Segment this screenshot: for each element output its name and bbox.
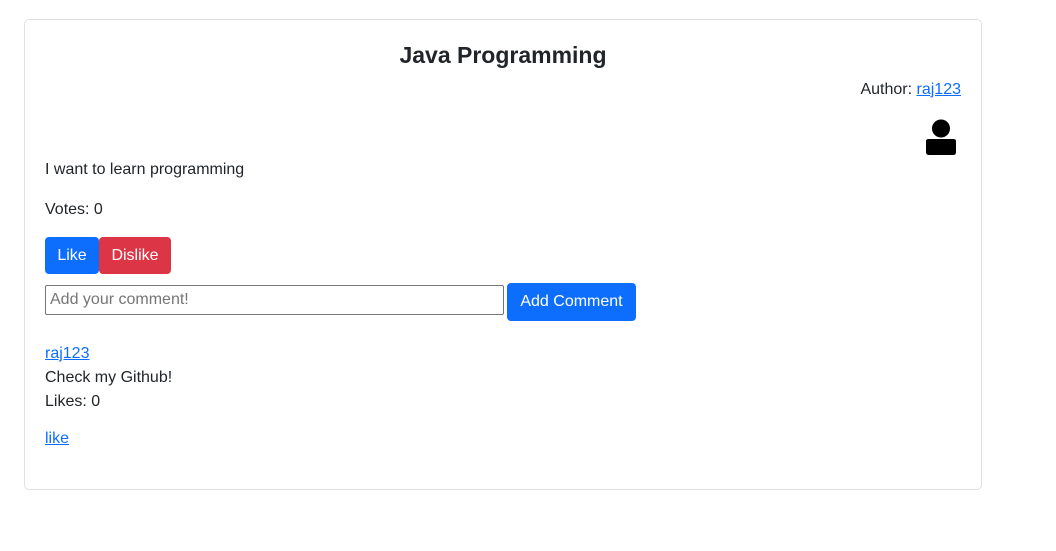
add-comment-button[interactable]: Add Comment (507, 283, 636, 321)
post-body: I want to learn programming (45, 161, 245, 178)
author-link[interactable]: raj123 (917, 81, 961, 98)
post-author: Author: raj123 (860, 81, 961, 99)
user-icon (926, 119, 956, 155)
post-card: Java Programming Author: raj123 I want t… (24, 19, 982, 490)
comment-item: raj123 Check my Github! Likes: 0 (45, 342, 172, 414)
post-title: Java Programming (399, 42, 607, 68)
like-button[interactable]: Like (45, 237, 99, 274)
comment-author-link[interactable]: raj123 (45, 345, 89, 362)
comment-like-link[interactable]: like (45, 430, 69, 448)
votes-count: Votes: 0 (45, 201, 103, 218)
comment-text: Check my Github! (45, 369, 173, 386)
comment-input[interactable] (45, 285, 504, 315)
dislike-button[interactable]: Dislike (99, 237, 171, 274)
comment-likes: Likes: 0 (45, 393, 101, 410)
author-label: Author: (860, 81, 913, 98)
